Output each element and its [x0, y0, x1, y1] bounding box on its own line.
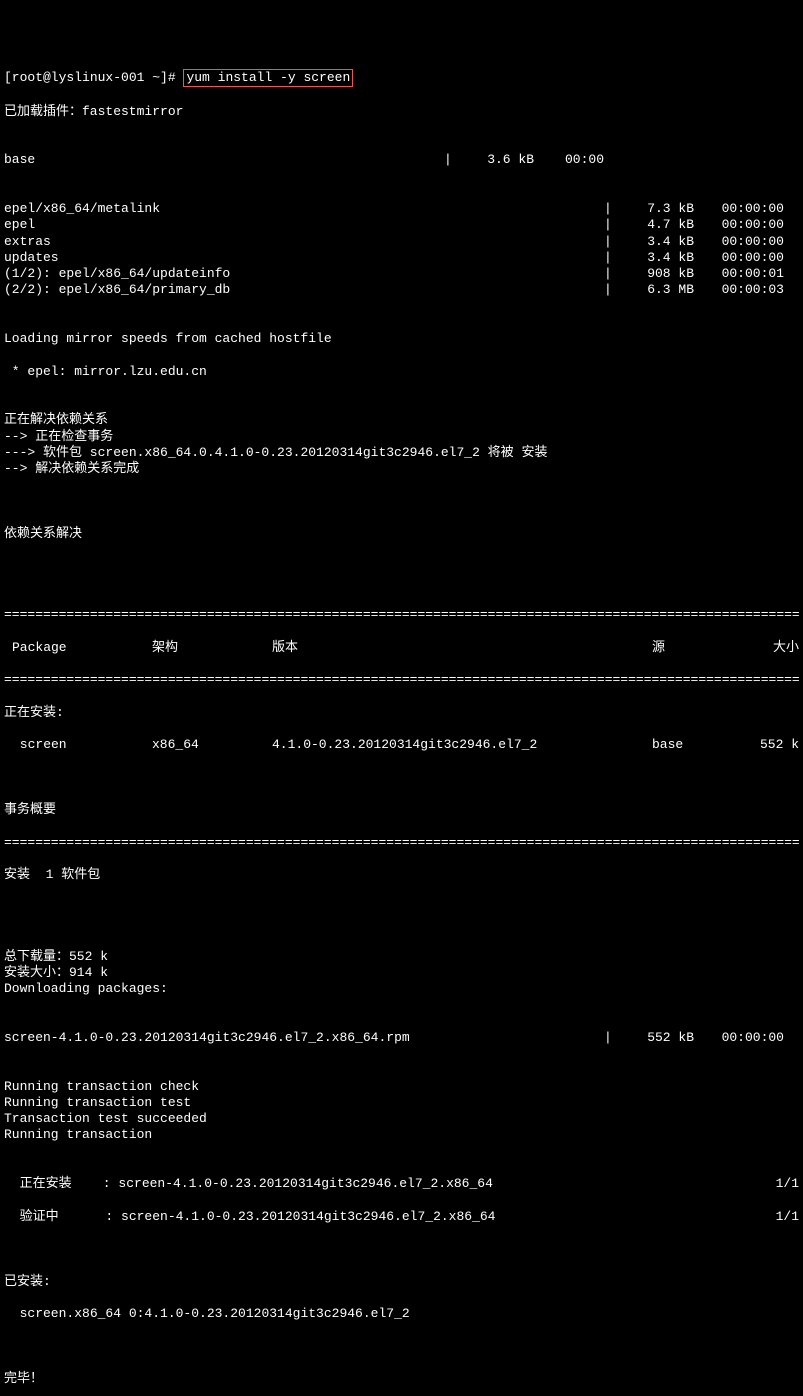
repo-name: updates [4, 250, 604, 266]
blank [4, 559, 799, 575]
epel-mirror: * epel: mirror.lzu.edu.cn [4, 364, 799, 380]
repo-row: extras|3.4 kB00:00:00 [4, 234, 799, 250]
repo-time: 00:00:00 [694, 234, 784, 250]
verify-step: 验证中 : screen-4.1.0-0.23.20120314git3c294… [4, 1209, 799, 1225]
dep-line: --> 解决依赖关系完成 [4, 461, 799, 477]
loading-mirror: Loading mirror speeds from cached hostfi… [4, 331, 799, 347]
hdr-package: Package [12, 640, 152, 656]
repo-time: 00:00:01 [694, 266, 784, 282]
txn-line: Running transaction [4, 1127, 799, 1143]
txn-summary: 事务概要 [4, 802, 799, 818]
installing-label: 正在安装: [4, 705, 799, 721]
pipe: | [604, 234, 624, 250]
txn-line: Running transaction check [4, 1079, 799, 1095]
totals-line: 安装大小：914 k [4, 965, 799, 981]
repo-time: 00:00:00 [694, 217, 784, 233]
installed-label: 已安装: [4, 1274, 799, 1290]
dep-line: ---> 软件包 screen.x86_64.0.4.1.0-0.23.2012… [4, 445, 799, 461]
download-name: screen-4.1.0-0.23.20120314git3c2946.el7_… [4, 1030, 604, 1046]
blank [4, 1339, 799, 1355]
install-step: 正在安装 : screen-4.1.0-0.23.20120314git3c29… [4, 1176, 799, 1192]
pkg-version: 4.1.0-0.23.20120314git3c2946.el7_2 [272, 737, 652, 753]
repo-name: base [4, 152, 444, 168]
pipe: | [604, 1030, 624, 1046]
repo-name: epel [4, 217, 604, 233]
shell-prompt: [root@lyslinux-001 ~]# [4, 70, 183, 85]
hdr-version: 版本 [272, 640, 652, 656]
download-size: 552 kB [624, 1030, 694, 1046]
dep-line: 正在解决依赖关系 [4, 412, 799, 428]
divider: ========================================… [4, 672, 799, 688]
pkg-repo: base [652, 737, 732, 753]
repo-row: (2/2): epel/x86_64/primary_db|6.3 MB00:0… [4, 282, 799, 298]
repo-row: updates|3.4 kB00:00:00 [4, 250, 799, 266]
step-label: 验证中 : screen-4.1.0-0.23.20120314git3c294… [4, 1209, 759, 1225]
pipe: | [604, 201, 624, 217]
repo-row: epel|4.7 kB00:00:00 [4, 217, 799, 233]
plugins-line: 已加载插件：fastestmirror [4, 104, 799, 120]
step-progress: 1/1 [759, 1209, 799, 1225]
pkg-size: 552 k [732, 737, 799, 753]
pkg-arch: x86_64 [152, 737, 272, 753]
pipe: | [604, 250, 624, 266]
dep-line: --> 正在检查事务 [4, 429, 799, 445]
pipe: | [604, 217, 624, 233]
hdr-arch: 架构 [152, 640, 272, 656]
installed-pkg: screen.x86_64 0:4.1.0-0.23.20120314git3c… [4, 1306, 799, 1322]
repo-time: 00:00 [534, 152, 604, 168]
divider: ========================================… [4, 835, 799, 851]
complete: 完毕！ [4, 1371, 799, 1387]
repo-name: (2/2): epel/x86_64/primary_db [4, 282, 604, 298]
pipe: | [604, 266, 624, 282]
repo-row: (1/2): epel/x86_64/updateinfo|908 kB00:0… [4, 266, 799, 282]
repo-size: 908 kB [624, 266, 694, 282]
totals-line: Downloading packages: [4, 981, 799, 997]
repo-row: epel/x86_64/metalink|7.3 kB00:00:00 [4, 201, 799, 217]
pipe: | [604, 282, 624, 298]
repo-size: 4.7 kB [624, 217, 694, 233]
download-row: screen-4.1.0-0.23.20120314git3c2946.el7_… [4, 1030, 799, 1046]
repo-size: 6.3 MB [624, 282, 694, 298]
command-text: yum install -y screen [186, 70, 350, 85]
repo-time: 00:00:00 [694, 250, 784, 266]
command-highlight[interactable]: yum install -y screen [183, 69, 353, 87]
blank [4, 1241, 799, 1257]
package-row: screenx86_644.1.0-0.23.20120314git3c2946… [4, 737, 799, 753]
table-header: Package架构版本源大小 [4, 640, 799, 656]
repo-time: 00:00:00 [694, 201, 784, 217]
repo-row-base: base|3.6 kB00:00 [4, 152, 799, 168]
download-time: 00:00:00 [694, 1030, 784, 1046]
pipe: | [444, 152, 464, 168]
hdr-repo: 源 [652, 640, 732, 656]
repo-size: 7.3 kB [624, 201, 694, 217]
repo-name: extras [4, 234, 604, 250]
txn-line: Transaction test succeeded [4, 1111, 799, 1127]
repo-size: 3.4 kB [624, 234, 694, 250]
repo-time: 00:00:03 [694, 282, 784, 298]
repo-name: (1/2): epel/x86_64/updateinfo [4, 266, 604, 282]
blank [4, 494, 799, 510]
dep-resolved: 依赖关系解决 [4, 526, 799, 542]
txn-line: Running transaction test [4, 1095, 799, 1111]
repo-name: epel/x86_64/metalink [4, 201, 604, 217]
prompt-line: [root@lyslinux-001 ~]# yum install -y sc… [4, 69, 799, 87]
pkg-name: screen [12, 737, 152, 753]
divider: ========================================… [4, 607, 799, 623]
hdr-size: 大小 [732, 640, 799, 656]
install-count: 安装 1 软件包 [4, 867, 799, 883]
step-label: 正在安装 : screen-4.1.0-0.23.20120314git3c29… [4, 1176, 759, 1192]
totals-line: 总下载量：552 k [4, 949, 799, 965]
blank [4, 900, 799, 916]
repo-size: 3.6 kB [464, 152, 534, 168]
repo-size: 3.4 kB [624, 250, 694, 266]
blank [4, 770, 799, 786]
step-progress: 1/1 [759, 1176, 799, 1192]
